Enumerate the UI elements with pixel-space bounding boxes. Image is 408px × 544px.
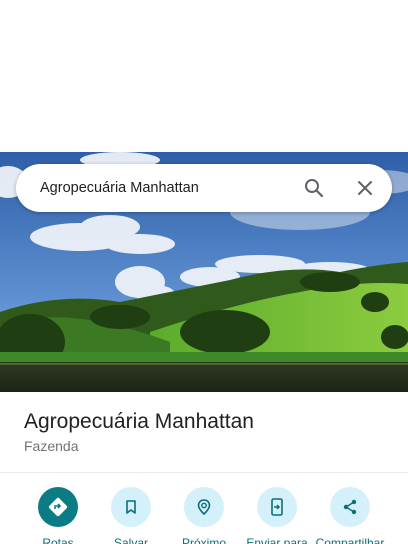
search-bar[interactable]: Agropecuária Manhattan [16,164,392,212]
share-icon [330,487,370,527]
place-info: Agropecuária Manhattan Fazenda [0,392,408,472]
share-button[interactable]: Compartilhar [314,487,386,544]
blank-header-area [0,0,408,152]
save-label: Salvar [113,536,148,544]
share-label: Compartilhar [315,536,385,544]
nearby-label: Próximo [181,536,226,544]
search-input[interactable]: Agropecuária Manhattan [40,164,199,212]
nearby-button[interactable]: Próximo [168,487,240,544]
directions-button[interactable]: Rotas [22,487,94,544]
nearby-icon [184,487,224,527]
save-button[interactable]: Salvar [95,487,167,544]
send-to-device-button[interactable]: Enviar para [241,487,313,544]
bookmark-icon [111,487,151,527]
directions-label: Rotas [42,536,74,544]
send-to-device-icon [257,487,297,527]
search-icon[interactable] [302,176,326,200]
directions-icon [38,487,78,527]
send-to-device-label: Enviar para [246,536,308,544]
close-icon[interactable] [353,176,377,200]
action-bar: Rotas Salvar Próximo Enviar para Compart… [0,473,408,544]
place-title: Agropecuária Manhattan [24,410,254,433]
place-category: Fazenda [24,438,79,454]
